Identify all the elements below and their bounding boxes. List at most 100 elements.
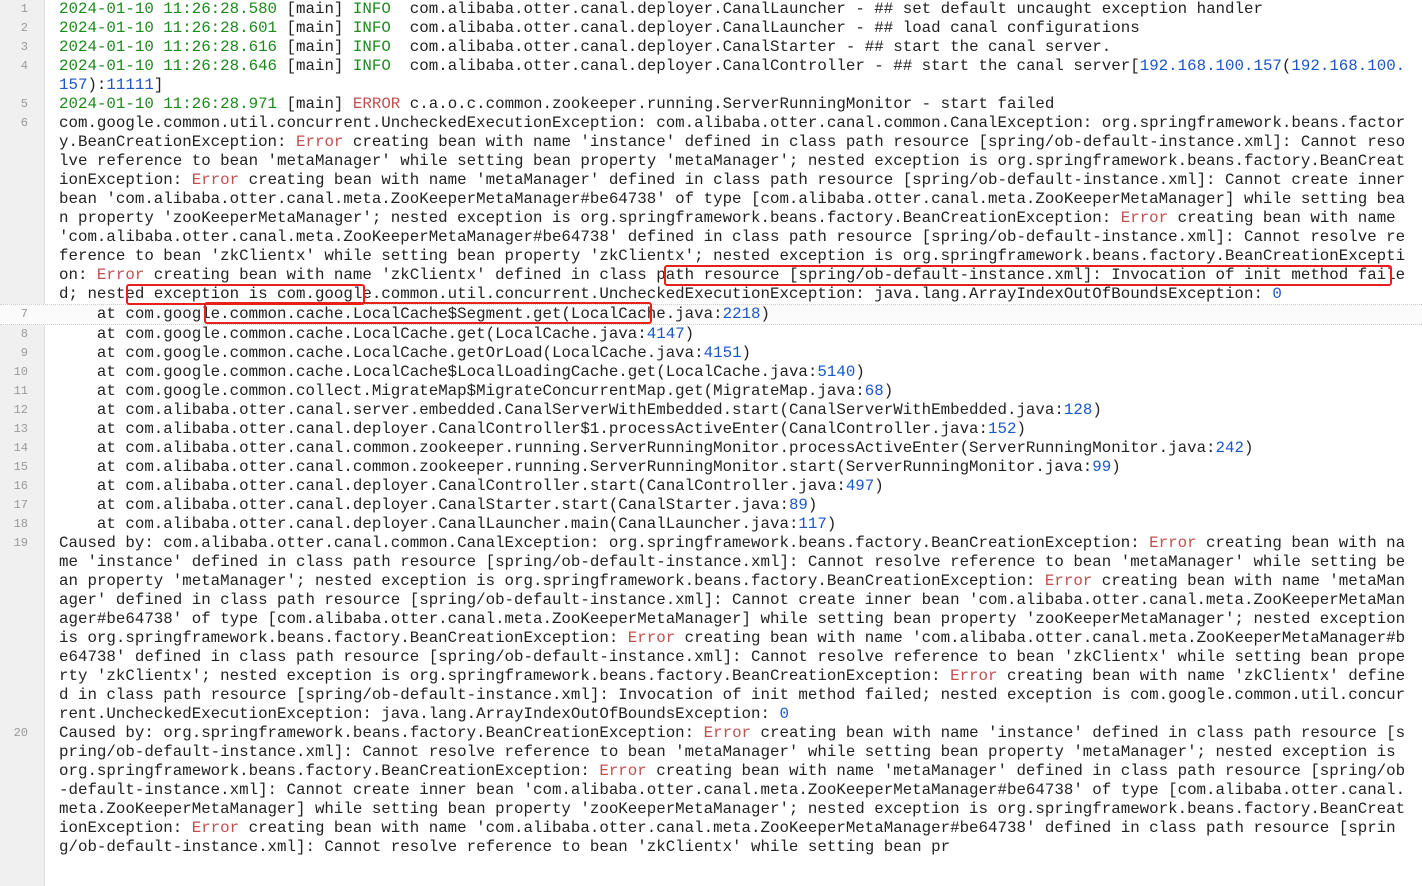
log-token-err: Error — [950, 667, 998, 685]
log-text: at com.alibaba.otter.canal.server.embedd… — [59, 401, 1410, 420]
log-token: [main] — [277, 38, 353, 56]
log-token-num: 117 — [798, 515, 827, 533]
line-number: 17 — [13, 498, 28, 512]
log-token: Caused by: org.springframework.beans.fac… — [59, 724, 704, 742]
log-text: Caused by: org.springframework.beans.fac… — [59, 724, 1410, 857]
log-token-num: 152 — [988, 420, 1017, 438]
log-line: 19 Caused by: com.alibaba.otter.canal.com… — [0, 534, 1422, 724]
log-token-info: INFO — [352, 19, 391, 37]
log-token: c.a.o.c.common.zookeeper.running.ServerR… — [400, 95, 1055, 113]
log-line: 2 2024-01-10 11:26:28.601 [main] INFO com… — [0, 19, 1422, 38]
log-token-info: INFO — [352, 38, 391, 56]
log-token-err: Error — [627, 629, 676, 647]
log-token: at com.alibaba.otter.canal.deployer.Cana… — [59, 477, 846, 495]
log-token-num: 4147 — [646, 325, 685, 343]
line-number: 7 — [20, 307, 28, 321]
line-number: 20 — [13, 726, 28, 740]
log-token: ) — [883, 382, 894, 400]
log-token-info: INFO — [352, 57, 391, 75]
log-text: 2024-01-10 11:26:28.616 [main] INFO com.… — [59, 38, 1410, 57]
log-token: at com.alibaba.otter.canal.deployer.Cana… — [59, 496, 789, 514]
line-number: 18 — [13, 517, 28, 531]
log-token: creating bean with name 'zkClientx' defi… — [59, 266, 1406, 303]
log-text: com.google.common.util.concurrent.Unchec… — [59, 114, 1410, 304]
log-token-err: Error — [599, 762, 647, 780]
log-lines: 1 2024-01-10 11:26:28.580 [main] INFO com… — [0, 0, 1422, 857]
line-number: 12 — [13, 403, 28, 417]
log-token: ) — [807, 496, 818, 514]
log-token: at com.google.common.collect.MigrateMap$… — [59, 382, 865, 400]
log-token: ) — [874, 477, 884, 495]
log-token-num: 128 — [1063, 401, 1093, 419]
log-text: at com.alibaba.otter.canal.common.zookee… — [59, 439, 1410, 458]
log-text: 2024-01-10 11:26:28.580 [main] INFO com.… — [59, 0, 1410, 19]
log-text: at com.alibaba.otter.canal.deployer.Cana… — [59, 420, 1410, 439]
log-token-err: ERROR — [352, 95, 401, 113]
log-text: Caused by: com.alibaba.otter.canal.commo… — [59, 534, 1410, 724]
log-token-num: 11111 — [106, 76, 154, 94]
log-token: ) — [826, 515, 837, 533]
log-token: Caused by: com.alibaba.otter.canal.commo… — [59, 534, 1150, 552]
log-token: ) — [684, 325, 695, 343]
log-token-num: 0 — [779, 705, 789, 723]
line-number: 11 — [13, 384, 28, 398]
log-token-err: Error — [1149, 534, 1197, 552]
log-token-ts: 2024-01-10 11:26:28.580 — [59, 0, 278, 18]
log-token: at com.google.common.cache.LocalCache.ge… — [59, 344, 704, 362]
log-token-err: Error — [1044, 572, 1093, 590]
log-token: at com.google.common.cache.LocalCache$Lo… — [59, 363, 818, 381]
log-token: com.alibaba.otter.canal.deployer.CanalLa… — [390, 0, 1263, 18]
log-line: 12 at com.alibaba.otter.canal.server.emb… — [0, 401, 1422, 420]
log-text: at com.google.common.cache.LocalCache.ge… — [59, 344, 1410, 363]
log-token-err: Error — [191, 171, 240, 189]
log-line: 1 2024-01-10 11:26:28.580 [main] INFO com… — [0, 0, 1422, 19]
log-token: [main] — [277, 0, 353, 18]
log-line: 3 2024-01-10 11:26:28.616 [main] INFO com… — [0, 38, 1422, 57]
log-line: 9 at com.google.common.cache.LocalCache.… — [0, 344, 1422, 363]
log-line: 4 2024-01-10 11:26:28.646 [main] INFO com… — [0, 57, 1422, 95]
line-number: 15 — [13, 460, 28, 474]
line-number: 6 — [20, 116, 28, 130]
log-token: ) — [1016, 420, 1026, 438]
log-text: at com.alibaba.otter.canal.deployer.Cana… — [59, 496, 1410, 515]
log-token: com.alibaba.otter.canal.deployer.CanalLa… — [390, 19, 1140, 37]
log-line: 11 at com.google.common.collect.MigrateM… — [0, 382, 1422, 401]
log-text: at com.alibaba.otter.canal.common.zookee… — [59, 458, 1410, 477]
line-number: 1 — [20, 2, 28, 16]
log-token: ) — [855, 363, 865, 381]
log-token-ts: 2024-01-10 11:26:28.646 — [59, 57, 278, 75]
log-token: at com.alibaba.otter.canal.deployer.Cana… — [59, 420, 989, 438]
log-token: com.alibaba.otter.canal.deployer.CanalSt… — [390, 38, 1112, 56]
log-text: at com.google.common.cache.LocalCache.ge… — [59, 325, 1410, 344]
log-line: 17 at com.alibaba.otter.canal.deployer.C… — [0, 496, 1422, 515]
log-token-err: Error — [96, 266, 145, 284]
log-token: ] — [153, 76, 164, 94]
log-token: ): — [87, 76, 107, 94]
log-token: at com.alibaba.otter.canal.server.embedd… — [59, 401, 1064, 419]
log-token-num: 242 — [1215, 439, 1244, 457]
line-number: 9 — [20, 346, 28, 360]
log-token: [main] — [277, 95, 353, 113]
log-token: ) — [741, 344, 752, 362]
log-token-err: Error — [703, 724, 752, 742]
log-token: ) — [1111, 458, 1121, 476]
line-number: 10 — [13, 365, 28, 379]
log-line: 14 at com.alibaba.otter.canal.common.zoo… — [0, 439, 1422, 458]
log-token-err: Error — [1120, 209, 1169, 227]
log-text: at com.google.common.collect.MigrateMap$… — [59, 382, 1410, 401]
log-token: [main] — [277, 19, 353, 37]
log-token: at com.alibaba.otter.canal.common.zookee… — [59, 439, 1216, 457]
log-token-num: 89 — [788, 496, 808, 514]
log-token: at com.google.common.cache.LocalCache$Se… — [59, 305, 723, 323]
log-line: 16 at com.alibaba.otter.canal.deployer.C… — [0, 477, 1422, 496]
log-token-ts: 2024-01-10 11:26:28.971 — [59, 95, 278, 113]
log-token-num: 5140 — [817, 363, 856, 381]
log-token: com.alibaba.otter.canal.deployer.CanalCo… — [390, 57, 1140, 75]
log-editor[interactable]: 1 2024-01-10 11:26:28.580 [main] INFO com… — [0, 0, 1422, 886]
log-token: at com.alibaba.otter.canal.common.zookee… — [59, 458, 1093, 476]
log-line: 6 com.google.common.util.concurrent.Unche… — [0, 114, 1422, 304]
log-token-num: 192.168.100.157 — [1139, 57, 1282, 75]
log-token-err: Error — [296, 133, 344, 151]
log-line: 10 at com.google.common.cache.LocalCache… — [0, 363, 1422, 382]
log-token: ) — [1092, 401, 1102, 419]
